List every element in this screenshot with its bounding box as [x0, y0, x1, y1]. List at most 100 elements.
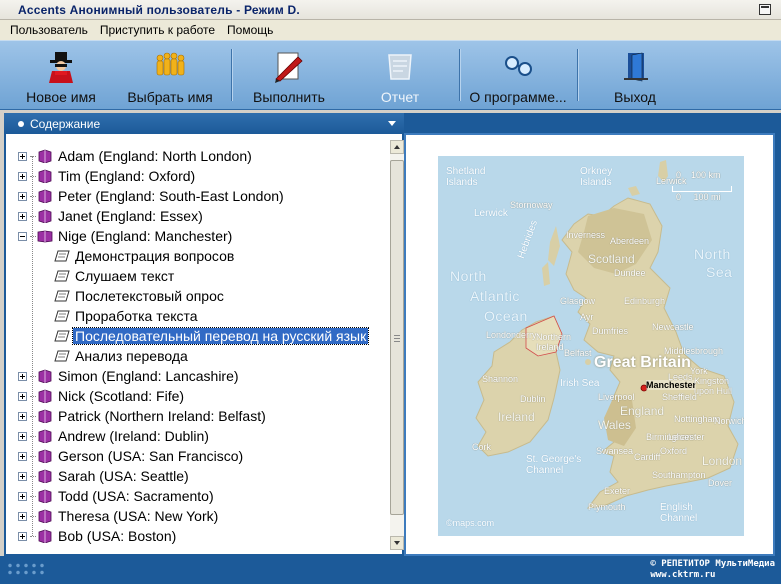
exit-button[interactable]: Выход — [600, 41, 670, 109]
contents-panel-header[interactable]: Содержание — [4, 113, 404, 134]
expand-toggle[interactable] — [18, 431, 27, 441]
pen-paper-icon — [272, 49, 306, 83]
tree-scrollbar[interactable] — [390, 140, 404, 550]
contents-tree-panel: Adam (England: North London) Tim (Englan… — [4, 134, 404, 556]
map-label: English Channel — [660, 502, 698, 524]
tree-node[interactable]: Bob (USA: Boston) — [16, 526, 388, 546]
tree-node[interactable]: Janet (England: Essex) — [16, 206, 388, 226]
book-icon — [38, 209, 52, 223]
book-icon — [38, 389, 52, 403]
map-label: Dumfries — [592, 326, 629, 336]
restore-window-button[interactable] — [759, 4, 771, 15]
tree-node[interactable]: Patrick (Northern Ireland: Belfast) — [16, 406, 388, 426]
expand-toggle[interactable] — [18, 191, 27, 201]
window-title: Accents Анонимный пользователь - Режим D… — [18, 2, 300, 17]
tree-node[interactable]: Andrew (Ireland: Dublin) — [16, 426, 388, 446]
tree-node[interactable]: Sarah (USA: Seattle) — [16, 466, 388, 486]
glasses-icon — [501, 49, 535, 83]
tree-leaf[interactable]: Демонстрация вопросов — [16, 246, 388, 266]
about-button[interactable]: О программе... — [464, 41, 572, 109]
map-label: Kingston upon Hull — [694, 376, 733, 396]
expand-toggle[interactable] — [18, 151, 27, 161]
map-label: Inverness — [566, 230, 606, 240]
map-scale-km: 0 100 km — [676, 170, 721, 180]
grip-icon — [394, 335, 400, 342]
execute-button[interactable]: Выполнить — [248, 41, 330, 109]
expand-toggle[interactable] — [18, 171, 27, 181]
tree-node[interactable]: Gerson (USA: San Francisco) — [16, 446, 388, 466]
tree-node[interactable]: Todd (USA: Sacramento) — [16, 486, 388, 506]
tree-leaf[interactable]: Слушаем текст — [16, 266, 388, 286]
book-icon — [38, 409, 52, 423]
tree-leaf[interactable]: Проработка текста — [16, 306, 388, 326]
map-label: Cardiff — [634, 452, 661, 462]
choose-name-button[interactable]: Выбрать имя — [124, 41, 216, 109]
expand-toggle[interactable] — [18, 411, 27, 421]
tree-leaf[interactable]: Анализ перевода — [16, 346, 388, 366]
tree-node[interactable]: Adam (England: North London) — [16, 146, 388, 166]
map-label: Irish Sea — [560, 378, 600, 389]
map-label: Dover — [708, 478, 733, 488]
expand-toggle[interactable] — [18, 471, 27, 481]
scroll-down-arrow-icon[interactable] — [390, 536, 404, 550]
tree-leaf-selected[interactable]: Последовательный перевод на русский язык — [16, 326, 388, 346]
map-label: Dublin — [520, 394, 546, 404]
map-label: London — [702, 454, 743, 468]
page-icon — [54, 330, 70, 342]
tree-leaf-label: Слушаем текст — [75, 268, 175, 284]
tree-node[interactable]: Simon (England: Lancashire) — [16, 366, 388, 386]
menu-bar: Пользователь Приступить к работе Помощь — [0, 20, 781, 40]
map-label: Leeds — [668, 372, 693, 382]
tree-node-label: Bob (USA: Boston) — [58, 528, 177, 544]
dropdown-arrow-icon[interactable] — [388, 121, 396, 126]
book-icon — [38, 449, 52, 463]
menu-start-work[interactable]: Приступить к работе — [94, 23, 221, 37]
contents-tree: Adam (England: North London) Tim (Englan… — [16, 146, 388, 546]
tree-leaf-label: Послетекстовый опрос — [75, 288, 224, 304]
menu-help[interactable]: Помощь — [221, 23, 279, 37]
map-label: Oxford — [660, 446, 688, 456]
tree-node[interactable]: Peter (England: South-East London) — [16, 186, 388, 206]
tree-leaf-label: Последовательный перевод на русский язык — [71, 327, 370, 345]
expand-toggle[interactable] — [18, 391, 27, 401]
map-label: Ireland — [498, 410, 535, 424]
tree-node-label: Andrew (Ireland: Dublin) — [58, 428, 209, 444]
tree-node[interactable]: Tim (England: Oxford) — [16, 166, 388, 186]
tree-node[interactable]: Nick (Scotland: Fife) — [16, 386, 388, 406]
map-label: Norwich — [714, 416, 744, 426]
tree-node-label: Adam (England: North London) — [58, 148, 252, 164]
collapse-toggle[interactable] — [18, 231, 27, 241]
map-label: Stornoway — [510, 200, 553, 210]
tree-node[interactable]: Nige (England: Manchester) — [16, 226, 388, 246]
map-label: Glasgow — [560, 296, 596, 306]
spy-icon — [44, 49, 78, 83]
menu-user[interactable]: Пользователь — [4, 23, 94, 37]
tree-leaf[interactable]: Послетекстовый опрос — [16, 286, 388, 306]
expand-toggle[interactable] — [18, 491, 27, 501]
map-label: Belfast — [564, 348, 592, 358]
tree-node-label: Theresa (USA: New York) — [58, 508, 219, 524]
page-icon — [54, 290, 70, 302]
expand-toggle[interactable] — [18, 511, 27, 521]
british-isles-map: Shetland Islands Lerwick Orkney Islands … — [438, 156, 744, 536]
open-book-icon — [37, 230, 53, 243]
map-scale-mi: 0 100 mi — [676, 192, 721, 202]
new-name-button[interactable]: Новое имя — [22, 41, 100, 109]
tree-node-label: Peter (England: South-East London) — [58, 188, 284, 204]
tree-leaf-label: Демонстрация вопросов — [75, 248, 235, 264]
expand-toggle[interactable] — [18, 371, 27, 381]
map-label: Ocean — [484, 308, 528, 324]
expand-toggle[interactable] — [18, 531, 27, 541]
map-label: Atlantic — [470, 288, 520, 304]
page-icon — [54, 310, 70, 322]
map-label: Orkney Islands — [580, 166, 613, 188]
expand-toggle[interactable] — [18, 451, 27, 461]
tree-node-label: Janet (England: Essex) — [58, 208, 203, 224]
new-name-label: Новое имя — [26, 89, 96, 105]
report-button[interactable]: Отчет — [364, 41, 436, 109]
tree-node-label: Nick (Scotland: Fife) — [58, 388, 185, 404]
expand-toggle[interactable] — [18, 211, 27, 221]
scroll-up-arrow-icon[interactable] — [390, 140, 404, 154]
scroll-thumb[interactable] — [390, 160, 404, 515]
tree-node[interactable]: Theresa (USA: New York) — [16, 506, 388, 526]
